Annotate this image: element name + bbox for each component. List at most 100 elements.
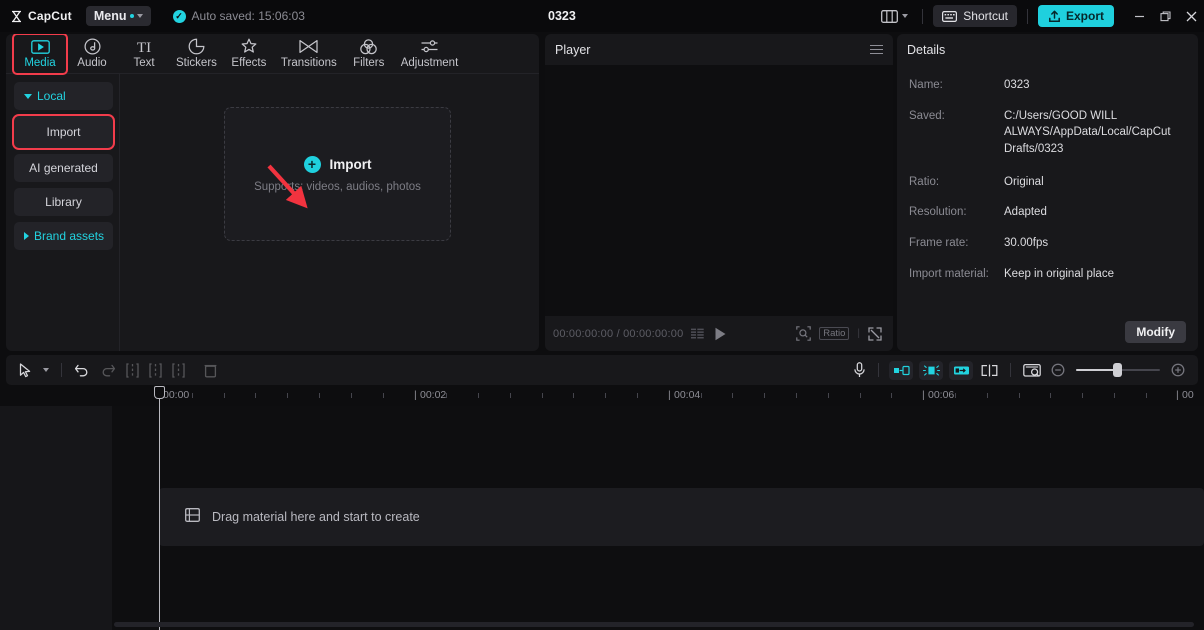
play-button[interactable] — [714, 327, 727, 341]
divider — [922, 8, 924, 24]
import-dropzone[interactable]: + Import Supports: videos, audios, photo… — [224, 107, 451, 241]
cursor-dropdown-button[interactable] — [38, 355, 54, 385]
zoom-in-button[interactable] — [1166, 355, 1190, 385]
timeline-drop-label: Drag material here and start to create — [212, 510, 420, 524]
details-row-name: Name: 0323 — [909, 77, 1186, 94]
snapshot-button[interactable] — [1018, 355, 1046, 385]
ruler-tick — [319, 393, 320, 398]
tab-label: Text — [133, 57, 155, 69]
layout-panels-icon — [881, 9, 899, 23]
maximize-button[interactable] — [1152, 0, 1178, 32]
ruler-tick — [287, 393, 289, 398]
tab-filters[interactable]: Filters — [343, 35, 395, 73]
undo-button[interactable] — [69, 355, 95, 385]
ruler-tick — [955, 393, 956, 398]
shortcut-button[interactable]: Shortcut — [933, 5, 1017, 27]
slider-fill — [1076, 368, 1118, 372]
minimize-button[interactable] — [1126, 0, 1152, 32]
ruler-tick — [986, 393, 988, 398]
tab-audio[interactable]: Audio — [66, 35, 118, 73]
details-row-framerate: Frame rate: 30.00fps — [909, 235, 1186, 252]
details-key: Saved: — [909, 109, 945, 122]
timeline-section: 00:00 | 00:02 | 00:04 | 00:06 | 00 Drag … — [0, 353, 1204, 630]
player-canvas[interactable] — [545, 65, 893, 316]
tab-label: Transitions — [280, 57, 337, 69]
import-label: Import — [329, 156, 372, 172]
fullscreen-icon[interactable] — [868, 326, 882, 341]
track-header-column — [0, 406, 112, 630]
sidebar-item-import[interactable]: Import — [12, 114, 115, 150]
export-button[interactable]: Export — [1037, 5, 1114, 27]
magnifier-icon[interactable] — [796, 326, 812, 341]
keyframe-out-button[interactable] — [949, 360, 973, 380]
details-key: Resolution: — [909, 206, 967, 219]
sidebar-item-ai-generated[interactable]: AI generated — [14, 154, 113, 182]
chevron-down-icon — [136, 14, 143, 18]
divider — [1010, 363, 1011, 377]
tab-effects[interactable]: Effects — [223, 35, 275, 73]
timeline-zoom-slider[interactable] — [1076, 363, 1160, 377]
details-row-resolution: Resolution: Adapted — [909, 204, 1186, 221]
tab-text[interactable]: TI Text — [118, 35, 170, 73]
sidebar-item-label: Library — [45, 195, 82, 209]
hamburger-icon[interactable] — [870, 44, 883, 55]
media-panel: Media Audio TI Text Stickers Effects Tra… — [6, 34, 539, 351]
ruler-label: 00:06 — [928, 389, 955, 401]
ruler-tick — [573, 393, 575, 398]
zoom-out-button[interactable] — [1046, 355, 1070, 385]
delete-button[interactable] — [190, 355, 222, 385]
playhead[interactable] — [154, 386, 165, 630]
svg-text:TI: TI — [137, 40, 151, 54]
timeline-dropzone[interactable]: Drag material here and start to create — [159, 488, 1204, 546]
ruler-label: 00:00 — [163, 389, 190, 401]
tab-label: Effects — [231, 57, 267, 69]
menu-button[interactable]: Menu — [85, 6, 151, 26]
autosave-label: Auto saved: 15:06:03 — [191, 9, 305, 23]
split-button[interactable] — [144, 355, 167, 385]
keyframe-mid-button[interactable] — [919, 360, 943, 380]
title-bar: CapCut Menu ✓ Auto saved: 15:06:03 0323 — [0, 0, 1204, 32]
details-value: C:/Users/GOOD WILL ALWAYS/AppData/Local/… — [1004, 109, 1171, 156]
microphone-button[interactable] — [848, 355, 871, 385]
tab-stickers[interactable]: Stickers — [170, 35, 223, 73]
ruler-tick — [1082, 393, 1084, 398]
sidebar-item-label: Import — [46, 125, 81, 139]
timeline-canvas[interactable]: Drag material here and start to create — [112, 406, 1204, 630]
adjustment-icon — [420, 38, 439, 55]
sidebar-item-library[interactable]: Library — [14, 188, 113, 216]
tab-adjustment[interactable]: Adjustment — [395, 35, 465, 73]
timeline-tracks-area: Drag material here and start to create — [0, 386, 1204, 630]
modify-button[interactable]: Modify — [1125, 321, 1186, 343]
split-left-button[interactable] — [121, 355, 144, 385]
sidebar-item-local[interactable]: Local — [14, 82, 113, 110]
capcut-logo-icon — [10, 10, 23, 23]
details-key: Import material: — [909, 267, 989, 280]
tab-label: Filters — [353, 57, 385, 69]
timeline-ruler[interactable]: 00:00 | 00:02 | 00:04 | 00:06 | 00 — [0, 386, 1204, 406]
layout-panels-button[interactable] — [877, 9, 912, 23]
split-clip-button[interactable] — [976, 355, 1003, 385]
chevron-down-icon — [24, 93, 32, 99]
tab-transitions[interactable]: Transitions — [275, 35, 343, 73]
ratio-button[interactable]: Ratio — [819, 327, 850, 340]
list-icon[interactable] — [691, 328, 705, 339]
audio-icon — [83, 38, 101, 55]
keyframe-in-button[interactable] — [889, 360, 913, 380]
slider-knob[interactable] — [1113, 363, 1122, 377]
cursor-tool-button[interactable] — [14, 355, 38, 385]
ruler-tick — [732, 393, 734, 398]
redo-button[interactable] — [95, 355, 121, 385]
ruler-label: 00:02 — [420, 389, 447, 401]
ruler-tick — [191, 393, 193, 398]
tab-media[interactable]: Media — [12, 34, 68, 75]
details-value: Adapted — [1004, 206, 1047, 219]
split-right-button[interactable] — [167, 355, 190, 385]
timeline-horizontal-scrollbar[interactable] — [114, 622, 1194, 627]
project-title: 0323 — [548, 9, 576, 23]
sidebar-item-brand-assets[interactable]: Brand assets — [14, 222, 113, 250]
playhead-handle[interactable] — [154, 386, 165, 399]
sidebar-item-label: Local — [37, 89, 66, 103]
details-list: Name: 0323 Saved: C:/Users/GOOD WILL ALW… — [897, 65, 1198, 282]
close-button[interactable] — [1178, 0, 1204, 32]
media-content-area: + Import Supports: videos, audios, photo… — [120, 74, 539, 351]
